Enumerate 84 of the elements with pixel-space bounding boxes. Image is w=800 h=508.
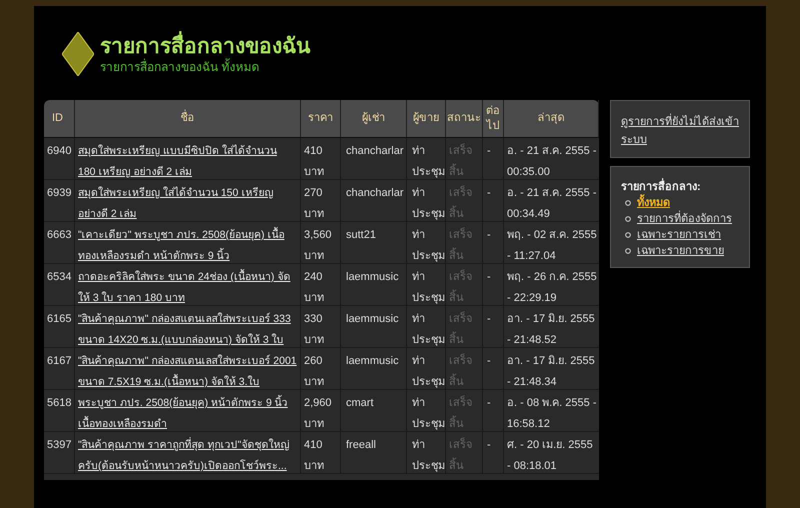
column-header: ล่าสุด: [504, 100, 599, 137]
item-link[interactable]: "เคาะเดียว" พระบูชา ภปร. 2508(ย้อนยุค) เนื้อทองเหลืองรมดำ หน้าตักพระ 9 นิ้ว: [78, 225, 297, 267]
page-subtitle: รายการสื่อกลางของฉัน ทั้งหมด: [100, 60, 260, 74]
table-cell: chancharlar: [341, 180, 407, 221]
unsubmitted-link[interactable]: ดูรายการที่ยังไม่ได้ส่งเข้าระบบ: [621, 113, 739, 149]
table-cell: -: [483, 348, 504, 389]
table-cell: 5618: [44, 390, 75, 431]
menu-title: รายการสื่อกลาง:: [621, 179, 739, 195]
table-cell: เสร็จสิ้น: [446, 222, 483, 263]
table-cell-text: พฤ. - 26 ก.ค. 2555 - 22:29.19: [506, 270, 598, 305]
table-cell: 270 บาท: [301, 180, 341, 221]
table-cell: ท่าประชุม: [407, 432, 446, 473]
table-cell: laemmusic: [341, 306, 407, 347]
item-link[interactable]: ถาดอะคริลิคใส่พระ ขนาด 24ช่อง (เนื้อหนา) จัดให้ 3 ใบ ราคา 180 บาท: [78, 267, 297, 309]
table-cell: -: [483, 390, 504, 431]
table-cell-text: อา. - 17 มิ.ย. 2555 - 21:48.52: [506, 312, 596, 347]
table-cell: 5397: [44, 432, 75, 473]
table-cell: เสร็จสิ้น: [446, 432, 483, 473]
table-cell: เสร็จสิ้น: [446, 390, 483, 431]
column-header: ID: [44, 100, 75, 137]
table-cell: 240 บาท: [301, 264, 341, 305]
table-cell-text: อ. - 08 พ.ค. 2555 - 16:58.12: [506, 396, 598, 431]
table-cell-text: ศ. - 20 เม.ย. 2555 - 08:18.01: [506, 438, 594, 473]
menu-item[interactable]: ทั้งหมด: [637, 195, 670, 211]
bullet-icon: [625, 200, 631, 206]
table-cell: ท่าประชุม: [407, 222, 446, 263]
menu-item[interactable]: เฉพาะรายการเช่า: [637, 227, 721, 243]
table-cell: 6167: [44, 348, 75, 389]
table-cell: 3,560 บาท: [301, 222, 341, 263]
table-cell: -: [483, 138, 504, 179]
menu-item[interactable]: รายการที่ต้องจัดการ: [637, 211, 732, 227]
table-cell: 410 บาท: [301, 138, 341, 179]
item-link[interactable]: "สินค้าคุณภาพ" กล่องสแตนเลสใส่พระเบอร์ 333 ขนาด 14X20 ซ.ม.(แบบกล่องหนา) จัดให้ 3 ใบ: [78, 309, 297, 351]
item-link[interactable]: สมุดใส่พระเหรียญ แบบมีซิปปิด ใส่ได้จำนวน 180 เหรียญ อย่างดี 2 เล่ม: [78, 141, 297, 183]
table-cell: chancharlar: [341, 138, 407, 179]
table-cell: 410 บาท: [301, 432, 341, 473]
table-cell: -: [483, 264, 504, 305]
table-cell: ท่าประชุม: [407, 306, 446, 347]
item-link[interactable]: "สินค้าคุณภาพ" กล่องสแตนเลสใส่พระเบอร์ 2001 ขนาด 7.5X19 ซ.ม.(เนื้อหนา) จัดให้ 3.ใบ: [78, 351, 297, 393]
table-cell: เสร็จสิ้น: [446, 264, 483, 305]
bullet-icon: [625, 232, 631, 238]
table-cell: 2,960 บาท: [301, 390, 341, 431]
table-cell: เสร็จสิ้น: [446, 348, 483, 389]
item-link[interactable]: สมุดใส่พระเหรียญ ใส่ได้จำนวน 150 เหรียญ อย่างดี 2 เล่ม: [78, 183, 297, 225]
table-cell: เสร็จสิ้น: [446, 138, 483, 179]
table-cell-text: อา. - 17 มิ.ย. 2555 - 21:48.34: [506, 354, 596, 389]
column-header: ผู้เช่า: [341, 100, 407, 137]
table-cell: -: [483, 180, 504, 221]
table-cell: 330 บาท: [301, 306, 341, 347]
table-cell: ท่าประชุม: [407, 138, 446, 179]
diamond-leaf-icon: [62, 32, 94, 76]
table-cell: -: [483, 306, 504, 347]
menu-item[interactable]: เฉพาะรายการขาย: [637, 243, 724, 259]
table-cell: -: [483, 432, 504, 473]
table-cell: 6534: [44, 264, 75, 305]
table-cell-text: อ. - 21 ส.ค. 2555 - 00:34.49: [506, 186, 598, 221]
bullet-icon: [625, 248, 631, 254]
table-cell: 6940: [44, 138, 75, 179]
table-cell: ท่าประชุม: [407, 264, 446, 305]
table-cell: -: [483, 222, 504, 263]
table-cell: cmart: [341, 390, 407, 431]
column-header: ชื่อ: [75, 100, 301, 137]
bullet-icon: [625, 216, 631, 222]
table-cell: sutt21: [341, 222, 407, 263]
table-cell: ท่าประชุม: [407, 348, 446, 389]
table-cell: ท่าประชุม: [407, 390, 446, 431]
column-header: ราคา: [301, 100, 341, 137]
table-cell-text: พฤ. - 02 ส.ค. 2555 - 11:27.04: [506, 228, 598, 263]
table-cell: 6663: [44, 222, 75, 263]
item-link[interactable]: "สินค้าคุณภาพ ราคาถูกที่สุด ทุกเวป"จัดชุดใหญ่ครับ(ต้อนรับหน้าหนาวครับ)เปิดออกโชว์พระ...: [78, 435, 297, 477]
column-header: ผู้ขาย: [407, 100, 446, 137]
table-cell: เสร็จสิ้น: [446, 180, 483, 221]
table-cell: laemmusic: [341, 264, 407, 305]
table-cell: 260 บาท: [301, 348, 341, 389]
table-cell: ท่าประชุม: [407, 180, 446, 221]
item-link[interactable]: พระบูชา ภปร. 2508(ย้อนยุค) หน้าตักพระ 9 นิ้ว เนื้อทองเหลืองรมดำ: [78, 393, 297, 435]
column-header: ต่อไป: [483, 100, 504, 137]
table-cell: laemmusic: [341, 348, 407, 389]
table-cell: 6939: [44, 180, 75, 221]
table-cell: freeall: [341, 432, 407, 473]
table-cell: เสร็จสิ้น: [446, 306, 483, 347]
table-cell: 6165: [44, 306, 75, 347]
column-header: สถานะ: [446, 100, 483, 137]
table-cell-text: อ. - 21 ส.ค. 2555 - 00:35.00: [506, 144, 598, 179]
